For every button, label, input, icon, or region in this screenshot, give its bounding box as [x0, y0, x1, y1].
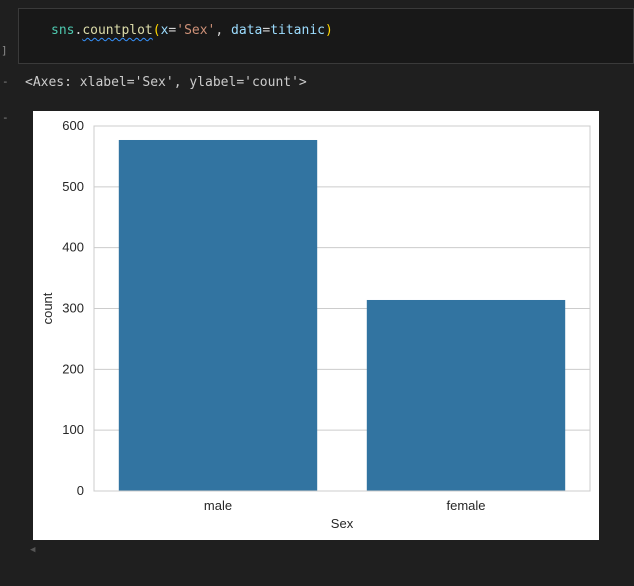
- x-axis-label: Sex: [331, 516, 354, 531]
- y-tick-label: 0: [77, 483, 84, 498]
- countplot-chart: 0 100 200 300 400 500 600 male female Sex count: [40, 118, 591, 531]
- code-line[interactable]: sns.countplot(x='Sex', data=titanic): [51, 22, 333, 40]
- code-token-module: sns: [51, 23, 75, 38]
- output-text: <Axes: xlabel='Sex', ylabel='count'>: [25, 75, 307, 90]
- output-gutter-marker: -: [2, 75, 9, 88]
- x-tick-label: male: [204, 498, 232, 513]
- code-token-string: 'Sex': [176, 23, 216, 38]
- code-token-open-paren: (: [152, 23, 161, 38]
- code-token-param-data: data: [231, 23, 263, 38]
- code-token-arg-data: titanic: [270, 23, 325, 38]
- code-cell-input[interactable]: sns.countplot(x='Sex', data=titanic): [18, 8, 634, 64]
- y-tick-label: 400: [62, 240, 84, 255]
- code-token-close-paren: ): [324, 23, 333, 38]
- y-tick-label: 200: [62, 361, 84, 376]
- execution-count-bracket: ]: [1, 44, 8, 57]
- bar-male: [118, 139, 318, 491]
- y-tick-label: 600: [62, 118, 84, 133]
- code-token-function: countplot: [82, 23, 153, 38]
- scroll-left-icon[interactable]: ◀: [30, 545, 35, 555]
- x-tick-label: female: [446, 498, 485, 513]
- code-token-eq: =: [262, 23, 271, 38]
- y-tick-label: 100: [62, 422, 84, 437]
- y-axis-label: count: [40, 292, 55, 324]
- y-tick-label: 300: [62, 301, 84, 316]
- code-token-comma: ,: [215, 23, 232, 38]
- y-tick-label: 500: [62, 179, 84, 194]
- output-gutter-marker: -: [2, 111, 9, 124]
- bar-female: [366, 299, 566, 491]
- chart-figure: 0 100 200 300 400 500 600 male female Sex count: [33, 111, 599, 540]
